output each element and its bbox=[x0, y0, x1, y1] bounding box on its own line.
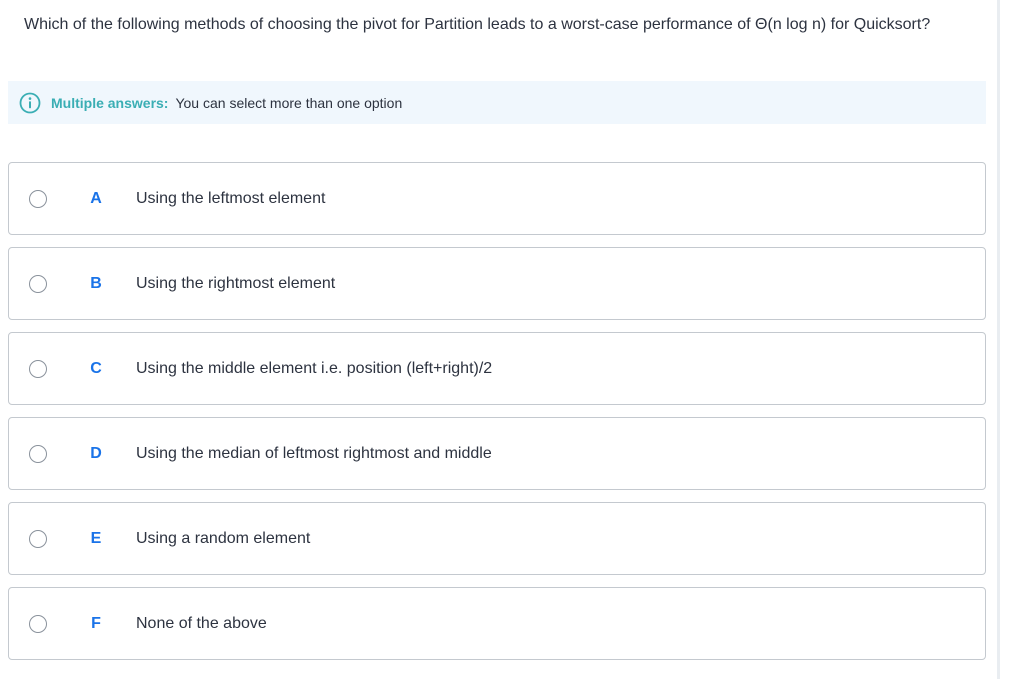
option-letter: F bbox=[91, 615, 101, 632]
radio-button[interactable] bbox=[29, 275, 47, 293]
scrollbar-track[interactable] bbox=[997, 0, 1000, 679]
radio-button[interactable] bbox=[29, 445, 47, 463]
option-label: Using the leftmost element bbox=[136, 190, 326, 207]
option-c[interactable]: C Using the middle element i.e. position… bbox=[8, 332, 986, 405]
option-label: None of the above bbox=[136, 615, 267, 632]
notice-title: Multiple answers: bbox=[51, 94, 169, 111]
option-label: Using the median of leftmost rightmost a… bbox=[136, 445, 492, 462]
answer-options: A Using the leftmost element B Using the… bbox=[8, 162, 986, 672]
option-label: Using the rightmost element bbox=[136, 275, 336, 292]
option-label: Using the middle element i.e. position (… bbox=[136, 360, 493, 377]
option-a[interactable]: A Using the leftmost element bbox=[8, 162, 986, 235]
question-text: Which of the following methods of choosi… bbox=[24, 16, 931, 33]
notice-text: You can select more than one option bbox=[175, 94, 403, 111]
radio-button[interactable] bbox=[29, 530, 47, 548]
option-letter: E bbox=[90, 530, 102, 547]
option-f[interactable]: F None of the above bbox=[8, 587, 986, 660]
radio-button[interactable] bbox=[29, 615, 47, 633]
radio-button[interactable] bbox=[29, 360, 47, 378]
option-d[interactable]: D Using the median of leftmost rightmost… bbox=[8, 417, 986, 490]
option-e[interactable]: E Using a random element bbox=[8, 502, 986, 575]
option-letter: D bbox=[90, 445, 102, 462]
radio-button[interactable] bbox=[29, 190, 47, 208]
option-letter: B bbox=[90, 275, 102, 292]
info-icon bbox=[19, 92, 41, 113]
option-b[interactable]: B Using the rightmost element bbox=[8, 247, 986, 320]
option-letter: C bbox=[90, 360, 102, 377]
quiz-page: Which of the following methods of choosi… bbox=[0, 0, 1024, 679]
option-label: Using a random element bbox=[136, 530, 311, 547]
multiple-answers-notice: Multiple answers: You can select more th… bbox=[8, 81, 986, 124]
option-letter: A bbox=[90, 190, 102, 207]
